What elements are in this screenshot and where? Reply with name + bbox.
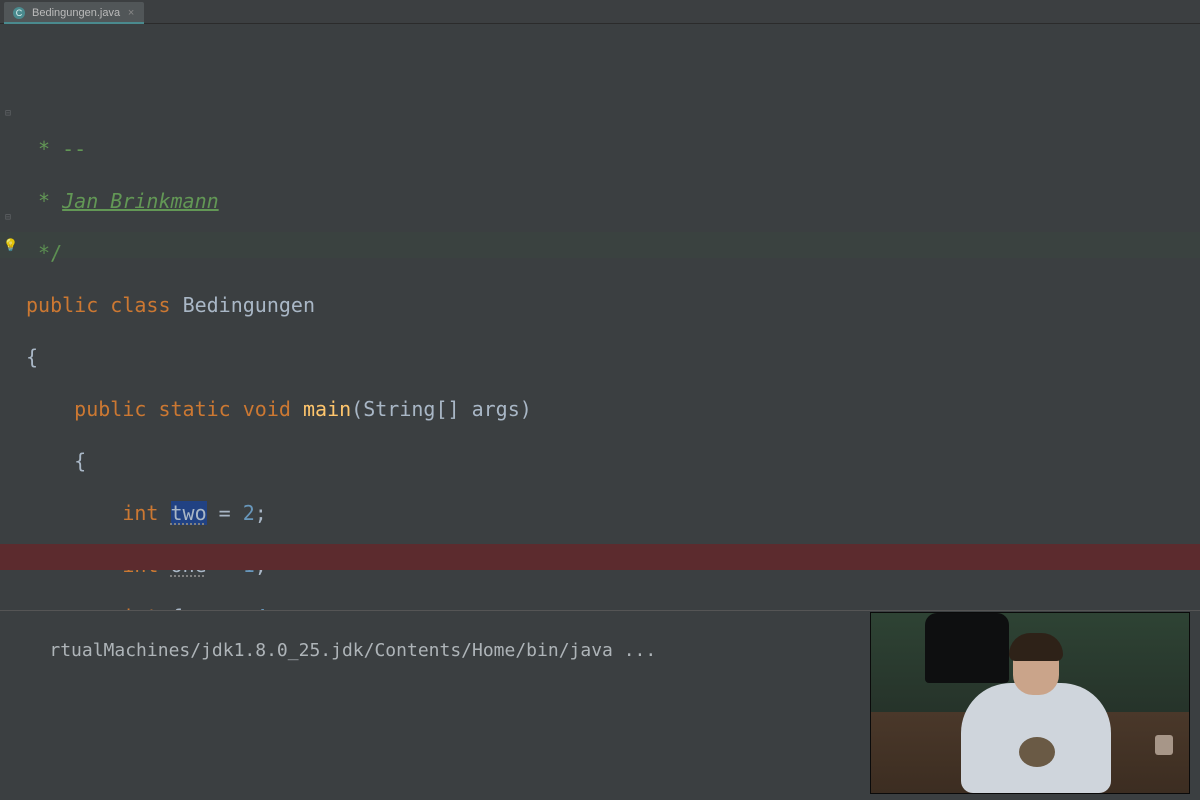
javadoc-text: *: [26, 189, 62, 213]
console-line: rtualMachines/jdk1.8.0_25.jdk/Contents/H…: [49, 640, 656, 661]
keyword: int: [122, 501, 158, 525]
intention-bulb-icon[interactable]: 💡: [3, 238, 17, 252]
svg-text:C: C: [16, 8, 23, 18]
var-two: two: [171, 501, 207, 525]
editor[interactable]: ⊟ ⊟ 💡 * -- * Jan Brinkmann */ public cla…: [0, 24, 1200, 610]
javadoc-text: */: [26, 241, 62, 265]
var-four: four: [171, 605, 219, 610]
file-tab[interactable]: C Bedingungen.java ×: [4, 2, 144, 23]
keyword: public: [74, 397, 146, 421]
brace: {: [26, 345, 38, 369]
literal: 1: [243, 553, 255, 577]
file-tab-label: Bedingungen.java: [32, 7, 120, 19]
method-name: main: [303, 397, 351, 421]
keyword: public: [26, 293, 98, 317]
fold-marker-icon[interactable]: ⊟: [5, 108, 11, 119]
keyword: class: [110, 293, 170, 317]
fold-marker-icon[interactable]: ⊟: [5, 212, 11, 223]
java-class-icon: C: [12, 6, 26, 20]
code-area[interactable]: * -- * Jan Brinkmann */ public class Bed…: [20, 24, 1200, 610]
keyword: int: [122, 605, 158, 610]
keyword: static: [158, 397, 230, 421]
webcam-overlay: [870, 612, 1190, 794]
ide-root: C Bedingungen.java × ⊟ ⊟ 💡 * -- * Jan Br…: [0, 0, 1200, 800]
literal: 2: [243, 501, 255, 525]
breakpoint-icon[interactable]: [3, 552, 13, 562]
javadoc-author: Jan Brinkmann: [62, 189, 219, 213]
javadoc-text: * --: [26, 137, 86, 161]
tab-bar: C Bedingungen.java ×: [0, 0, 1200, 24]
gutter: ⊟ ⊟ 💡: [0, 24, 20, 610]
brace: {: [74, 449, 86, 473]
close-tab-icon[interactable]: ×: [126, 8, 136, 18]
class-name: Bedingungen: [183, 293, 315, 317]
keyword: int: [122, 553, 158, 577]
run-console[interactable]: rtualMachines/jdk1.8.0_25.jdk/Contents/H…: [0, 610, 1200, 800]
var-one: one: [171, 553, 207, 577]
literal: 4: [255, 605, 267, 610]
webcam-mug: [1155, 735, 1173, 755]
webcam-person: [961, 633, 1111, 793]
params: (String[] args): [351, 397, 532, 421]
keyword: void: [243, 397, 291, 421]
